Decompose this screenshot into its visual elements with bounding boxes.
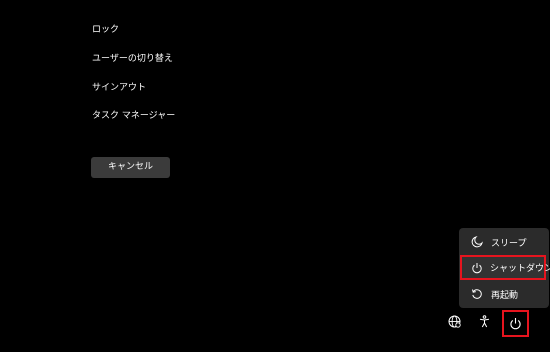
- sleep-option[interactable]: スリープ: [459, 229, 549, 255]
- sleep-label: スリープ: [491, 238, 527, 249]
- cancel-button[interactable]: キャンセル: [91, 157, 170, 178]
- moon-icon: [470, 235, 484, 249]
- power-icon: [471, 261, 483, 275]
- shutdown-option[interactable]: シャットダウン: [460, 255, 550, 280]
- task-manager-option[interactable]: タスク マネージャー: [92, 109, 175, 123]
- shutdown-label: シャットダウン: [490, 264, 550, 274]
- security-options-screen: ロック ユーザーの切り替え サインアウト タスク マネージャー キャンセル スリ…: [0, 0, 550, 352]
- network-icon[interactable]: [446, 313, 462, 329]
- sign-out-option[interactable]: サインアウト: [92, 81, 146, 95]
- restart-option[interactable]: 再起動: [459, 281, 549, 307]
- power-button[interactable]: [502, 310, 529, 337]
- lock-option[interactable]: ロック: [92, 23, 119, 37]
- accessibility-icon[interactable]: [476, 313, 492, 329]
- power-icon: [509, 317, 522, 330]
- power-menu: スリープ シャットダウン 再起動: [459, 228, 550, 308]
- restart-label: 再起動: [491, 290, 519, 301]
- switch-user-option[interactable]: ユーザーの切り替え: [92, 52, 173, 66]
- restart-icon: [470, 287, 484, 301]
